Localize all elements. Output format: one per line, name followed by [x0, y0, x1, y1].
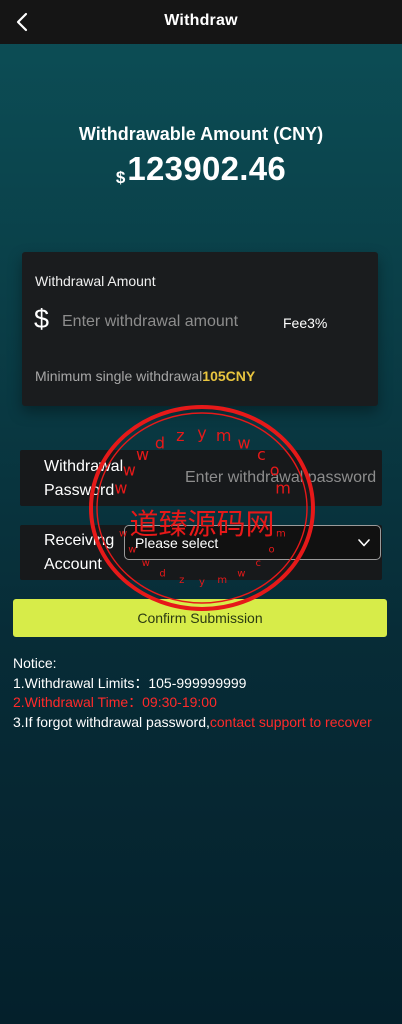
- withdrawal-amount-title: Withdrawal Amount: [35, 273, 156, 289]
- receiving-account-selected: Please select: [135, 535, 219, 551]
- withdrawable-amount-label: Withdrawable Amount (CNY): [78, 124, 324, 144]
- chevron-down-icon: [358, 539, 370, 547]
- withdrawal-password-row: Withdrawal Password: [20, 450, 383, 506]
- receiving-account-label-line1: Receiving: [44, 532, 115, 549]
- watermark-ring-letter: z: [176, 426, 184, 445]
- minimum-withdrawal-prefix: Minimum single withdrawal: [35, 368, 203, 384]
- receiving-account-select[interactable]: Please select: [124, 525, 381, 560]
- notice-title: Notice:: [13, 655, 57, 671]
- receiving-account-label: Receiving Account: [44, 529, 114, 577]
- withdrawal-password-input[interactable]: [182, 465, 383, 491]
- page-title: Withdraw: [164, 12, 238, 29]
- watermark-seal: 道臻源码网 wwwd z y m wcom wwwdz y mwcom: [89, 405, 315, 611]
- currency-symbol: $: [115, 168, 126, 187]
- withdrawal-password-label: Withdrawal Password: [44, 455, 123, 503]
- confirm-submission-button[interactable]: Confirm Submission: [13, 599, 387, 637]
- top-bar: Withdraw: [0, 0, 402, 44]
- contact-support-link[interactable]: contact support to recover: [210, 714, 372, 730]
- minimum-withdrawal-text: Minimum single withdrawal105CNY: [35, 368, 255, 384]
- watermark-ring-letter: y: [197, 424, 206, 443]
- withdrawable-amount-value: 123902.46: [127, 150, 287, 187]
- notice-section: Notice: 1.Withdrawal Limits：105-99999999…: [13, 654, 397, 732]
- withdrawal-password-label-line2: Password: [44, 482, 115, 499]
- minimum-withdrawal-value: 105CNY: [202, 368, 256, 384]
- fee-label: Fee3%: [283, 315, 328, 331]
- notice-forgot-password: 3.If forgot withdrawal password,contact …: [13, 713, 397, 733]
- withdrawable-amount: $123902.46: [0, 150, 402, 188]
- watermark-ring-letter: m: [216, 426, 232, 445]
- dollar-icon: $: [34, 304, 50, 334]
- receiving-account-row: Receiving Account Please select: [20, 525, 382, 580]
- withdrawal-password-label-line1: Withdrawal: [44, 458, 124, 475]
- notice-withdrawal-time: 2.Withdrawal Time：09:30-19:00: [13, 694, 217, 710]
- withdrawal-amount-input[interactable]: [60, 308, 278, 336]
- receiving-account-label-line2: Account: [44, 556, 102, 573]
- notice-withdrawal-limits: 1.Withdrawal Limits：105-999999999: [13, 674, 247, 691]
- notice-forgot-password-text: 3.If forgot withdrawal password,: [13, 713, 210, 730]
- withdrawal-amount-card: Withdrawal Amount $ Fee3% Minimum single…: [22, 252, 378, 406]
